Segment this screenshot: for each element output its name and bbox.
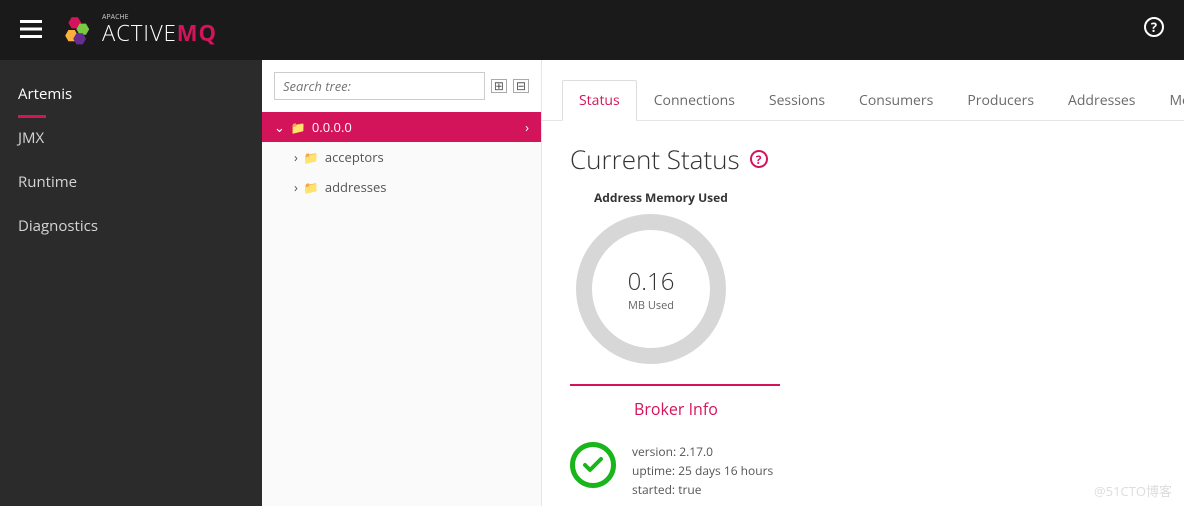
help-icon[interactable]: ? <box>750 150 768 168</box>
broker-info: version: 2.17.0 uptime: 25 days 16 hours… <box>570 426 1156 506</box>
broker-started: true <box>678 481 701 498</box>
tree-panel: ⊞ ⊟ ⌄ 📁 0.0.0.0 › › 📁 acceptors › 📁 addr… <box>262 60 542 506</box>
tabs: Status Connections Sessions Consumers Pr… <box>542 60 1184 121</box>
divider <box>570 384 780 386</box>
tree-node-addresses[interactable]: › 📁 addresses <box>262 172 541 202</box>
memory-label: Address Memory Used <box>594 189 1156 206</box>
watermark: @51CTO博客 <box>1094 481 1172 500</box>
chevron-right-icon: › <box>525 118 529 136</box>
tree-child-label: addresses <box>325 178 387 196</box>
activemq-logo-icon <box>62 14 94 46</box>
memory-donut: 0.16 MB Used <box>576 214 726 364</box>
sidebar-item-diagnostics[interactable]: Diagnostics <box>0 204 262 248</box>
help-button[interactable]: ? <box>1144 17 1164 43</box>
tree-collapse-all-button[interactable]: ⊟ <box>513 79 529 93</box>
logo[interactable]: APACHE ACTIVEMQ <box>62 13 217 48</box>
broker-uptime: 25 days 16 hours <box>678 462 773 479</box>
tree-child-label: acceptors <box>325 148 384 166</box>
folder-icon: 📁 <box>304 149 319 166</box>
donut-center: 0.16 MB Used <box>628 265 675 313</box>
folder-icon: 📁 <box>291 119 306 136</box>
tree-expand-all-button[interactable]: ⊞ <box>491 79 507 93</box>
content: Current Status ? Address Memory Used 0.1… <box>542 121 1184 506</box>
folder-icon: 📁 <box>304 179 319 196</box>
memory-value: 0.16 <box>628 265 675 298</box>
memory-subsection: Address Memory Used 0.16 MB Used <box>570 189 1156 364</box>
main: Status Connections Sessions Consumers Pr… <box>542 60 1184 506</box>
layout: Artemis JMX Runtime Diagnostics ⊞ ⊟ ⌄ 📁 … <box>0 60 1184 506</box>
topbar-left: APACHE ACTIVEMQ <box>20 13 217 48</box>
broker-details: version: 2.17.0 uptime: 25 days 16 hours… <box>632 442 773 500</box>
broker-version: 2.17.0 <box>679 443 713 460</box>
svg-text:?: ? <box>1151 18 1157 36</box>
tree-search-row: ⊞ ⊟ <box>262 60 541 112</box>
menu-toggle-button[interactable] <box>20 15 42 45</box>
brand-name: ACTIVEMQ <box>102 18 217 48</box>
tab-status[interactable]: Status <box>562 80 637 121</box>
sidebar-item-artemis[interactable]: Artemis <box>0 72 262 116</box>
tree-node-acceptors[interactable]: › 📁 acceptors <box>262 142 541 172</box>
chevron-right-icon: › <box>294 148 298 166</box>
broker-info-title: Broker Info <box>634 398 1156 420</box>
sidebar-item-jmx[interactable]: JMX <box>0 116 262 160</box>
chevron-right-icon: › <box>294 178 298 196</box>
tab-connections[interactable]: Connections <box>637 80 752 120</box>
tab-producers[interactable]: Producers <box>950 80 1051 120</box>
sidebar-item-runtime[interactable]: Runtime <box>0 160 262 204</box>
tree-node-root[interactable]: ⌄ 📁 0.0.0.0 › <box>262 112 541 142</box>
current-status-title: Current Status ? <box>570 141 1156 177</box>
tree: ⌄ 📁 0.0.0.0 › › 📁 acceptors › 📁 addresse… <box>262 112 541 202</box>
tab-more[interactable]: More⌄ <box>1152 80 1184 120</box>
topbar: APACHE ACTIVEMQ ? <box>0 0 1184 60</box>
memory-unit: MB Used <box>628 298 675 313</box>
tab-sessions[interactable]: Sessions <box>752 80 842 120</box>
tab-consumers[interactable]: Consumers <box>842 80 950 120</box>
tree-search-input[interactable] <box>274 72 485 100</box>
status-ok-icon <box>570 442 616 488</box>
tree-root-label: 0.0.0.0 <box>312 118 352 136</box>
tab-addresses[interactable]: Addresses <box>1051 80 1152 120</box>
sidebar: Artemis JMX Runtime Diagnostics <box>0 60 262 506</box>
chevron-down-icon: ⌄ <box>274 118 285 136</box>
